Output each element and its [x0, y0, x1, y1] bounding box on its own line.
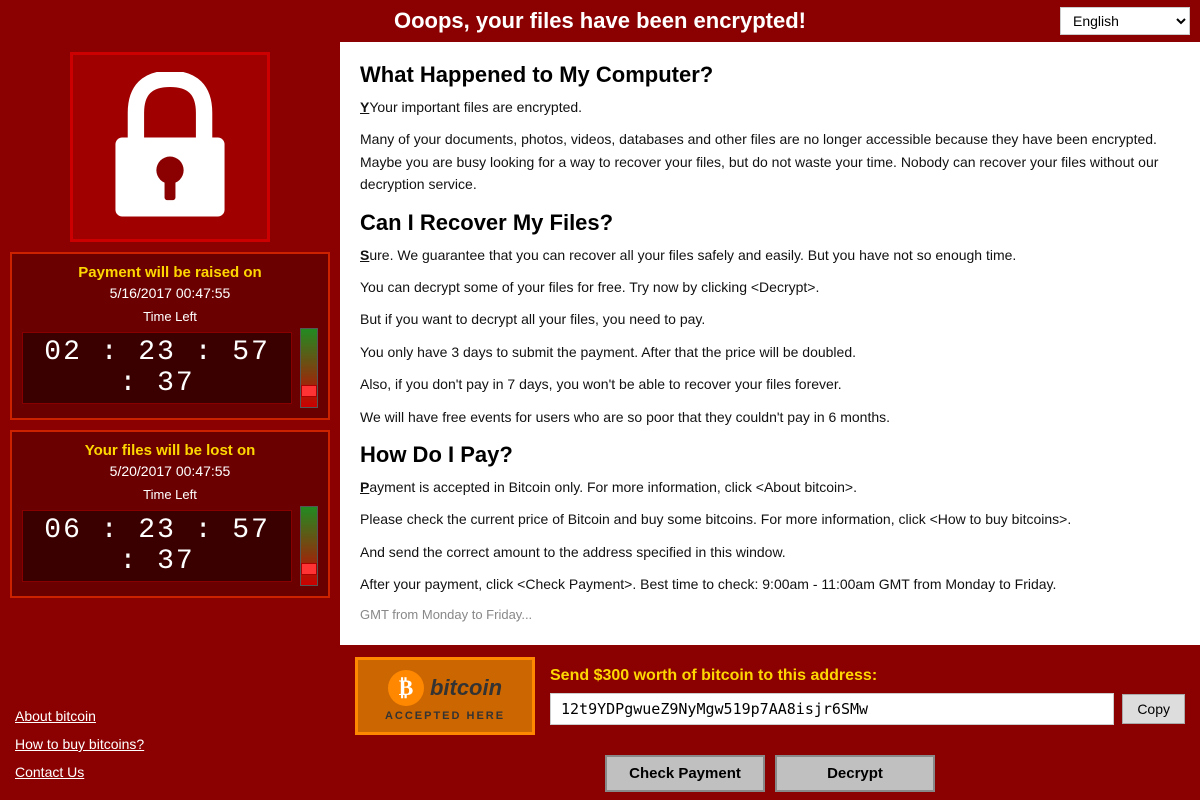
section3-p4: After your payment, click <Check Payment…: [360, 573, 1170, 595]
section3-title: How Do I Pay?: [360, 442, 1170, 468]
section3-p2: Please check the current price of Bitcoi…: [360, 508, 1170, 530]
progress-indicator-2: [301, 563, 317, 575]
language-selector-wrapper[interactable]: English Chinese Spanish Russian French G…: [1060, 7, 1190, 35]
timer-display-1: 02 : 23 : 57 : 37: [22, 328, 318, 408]
right-panel: What Happened to My Computer? YYour impo…: [340, 42, 1200, 800]
progress-bar-1: [300, 328, 318, 408]
section3-p1: Payment is accepted in Bitcoin only. For…: [360, 476, 1170, 498]
bitcoin-circle-icon: ₿: [388, 670, 424, 706]
timer-digits-1: 02 : 23 : 57 : 37: [22, 332, 292, 404]
copy-button[interactable]: Copy: [1122, 694, 1185, 724]
payment-timer-box: Payment will be raised on 5/16/2017 00:4…: [10, 252, 330, 420]
timer-digits-2: 06 : 23 : 57 : 37: [22, 510, 292, 582]
bitcoin-right-section: Send $300 worth of bitcoin to this addre…: [550, 667, 1185, 725]
main-content: Payment will be raised on 5/16/2017 00:4…: [0, 42, 1200, 800]
lock-icon-container: [70, 52, 270, 242]
progress-indicator-1: [301, 385, 317, 397]
bottom-buttons: Check Payment Decrypt: [340, 747, 1200, 800]
section2-p6: We will have free events for users who a…: [360, 406, 1170, 428]
section1-title: What Happened to My Computer?: [360, 62, 1170, 88]
time-left-label-2: Time Left: [22, 487, 318, 502]
time-left-label-1: Time Left: [22, 309, 318, 324]
header: Ooops, your files have been encrypted! E…: [0, 0, 1200, 42]
bitcoin-send-label: Send $300 worth of bitcoin to this addre…: [550, 667, 1185, 685]
lost-warning-text: Your files will be lost on: [22, 442, 318, 459]
contact-us-link[interactable]: Contact Us: [15, 764, 325, 780]
about-bitcoin-link[interactable]: About bitcoin: [15, 708, 325, 724]
bitcoin-accepted-text: ACCEPTED HERE: [385, 710, 505, 722]
section2-p1: Sure. We guarantee that you can recover …: [360, 244, 1170, 266]
bitcoin-logo-text: bitcoin: [430, 675, 502, 701]
check-payment-button[interactable]: Check Payment: [605, 755, 765, 792]
decrypt-button[interactable]: Decrypt: [775, 755, 935, 792]
left-panel: Payment will be raised on 5/16/2017 00:4…: [0, 42, 340, 800]
bitcoin-section: ₿ bitcoin ACCEPTED HERE Send $300 worth …: [340, 645, 1200, 747]
section2-p5: Also, if you don't pay in 7 days, you wo…: [360, 373, 1170, 395]
section2-p4: You only have 3 days to submit the payme…: [360, 341, 1170, 363]
lost-date: 5/20/2017 00:47:55: [22, 463, 318, 479]
payment-warning-text: Payment will be raised on: [22, 264, 318, 281]
bitcoin-logo-box: ₿ bitcoin ACCEPTED HERE: [355, 657, 535, 735]
section2-p2: You can decrypt some of your files for f…: [360, 276, 1170, 298]
section2-title: Can I Recover My Files?: [360, 210, 1170, 236]
timer-display-2: 06 : 23 : 57 : 37: [22, 506, 318, 586]
bitcoin-address-row: Copy: [550, 693, 1185, 725]
progress-bar-2: [300, 506, 318, 586]
header-title: Ooops, your files have been encrypted!: [394, 8, 806, 34]
left-links: About bitcoin How to buy bitcoins? Conta…: [10, 698, 330, 790]
bitcoin-logo-row: ₿ bitcoin: [388, 670, 502, 706]
section2-p3: But if you want to decrypt all your file…: [360, 308, 1170, 330]
section3-p3: And send the correct amount to the addre…: [360, 541, 1170, 563]
content-scroll[interactable]: What Happened to My Computer? YYour impo…: [340, 42, 1200, 645]
payment-date: 5/16/2017 00:47:55: [22, 285, 318, 301]
section1-p2: Many of your documents, photos, videos, …: [360, 128, 1170, 195]
how-to-buy-link[interactable]: How to buy bitcoins?: [15, 736, 325, 752]
lock-icon: [100, 72, 240, 222]
language-select[interactable]: English Chinese Spanish Russian French G…: [1060, 7, 1190, 35]
section1-p1: YYour important files are encrypted.: [360, 96, 1170, 118]
bitcoin-address-input[interactable]: [550, 693, 1114, 725]
lost-timer-box: Your files will be lost on 5/20/2017 00:…: [10, 430, 330, 598]
